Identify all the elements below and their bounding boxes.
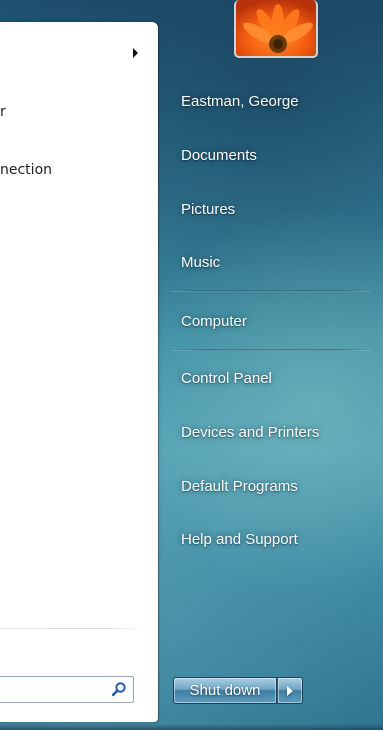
pictures-link[interactable]: Pictures <box>181 201 235 218</box>
user-name-label: Eastman, George <box>181 93 299 110</box>
chevron-right-icon <box>287 685 293 696</box>
help-and-support-label: Help and Support <box>181 531 298 548</box>
program-item[interactable]: r <box>0 104 6 120</box>
computer-link[interactable]: Computer <box>181 313 247 330</box>
flower-picture-icon <box>236 0 316 56</box>
help-and-support-link[interactable]: Help and Support <box>181 531 298 548</box>
user-name-link[interactable]: Eastman, George <box>181 93 299 110</box>
devices-and-printers-label: Devices and Printers <box>181 424 320 441</box>
control-panel-label: Control Panel <box>181 370 272 387</box>
shutdown-options-button[interactable] <box>277 677 303 704</box>
documents-link[interactable]: Documents <box>181 147 257 164</box>
chevron-right-icon[interactable] <box>133 48 138 58</box>
computer-label: Computer <box>181 313 247 330</box>
music-label: Music <box>181 254 221 271</box>
search-icon[interactable] <box>111 681 127 697</box>
bottom-edge <box>0 724 383 730</box>
right-divider <box>172 290 370 292</box>
programs-panel: r nection <box>0 22 158 722</box>
program-item[interactable]: nection <box>0 162 52 178</box>
documents-label: Documents <box>181 147 257 164</box>
shutdown-group: Shut down <box>173 677 303 704</box>
right-divider <box>172 349 370 351</box>
pictures-label: Pictures <box>181 201 236 218</box>
default-programs-label: Default Programs <box>181 478 298 495</box>
program-item-label: nection <box>0 162 53 178</box>
music-link[interactable]: Music <box>181 254 220 271</box>
programs-divider <box>0 628 147 629</box>
default-programs-link[interactable]: Default Programs <box>181 478 298 495</box>
devices-and-printers-link[interactable]: Devices and Printers <box>181 424 319 441</box>
control-panel-link[interactable]: Control Panel <box>181 370 272 387</box>
program-item-label: r <box>0 104 6 120</box>
user-avatar[interactable] <box>234 0 318 58</box>
shutdown-button[interactable]: Shut down <box>173 677 277 704</box>
shutdown-label: Shut down <box>189 682 261 699</box>
